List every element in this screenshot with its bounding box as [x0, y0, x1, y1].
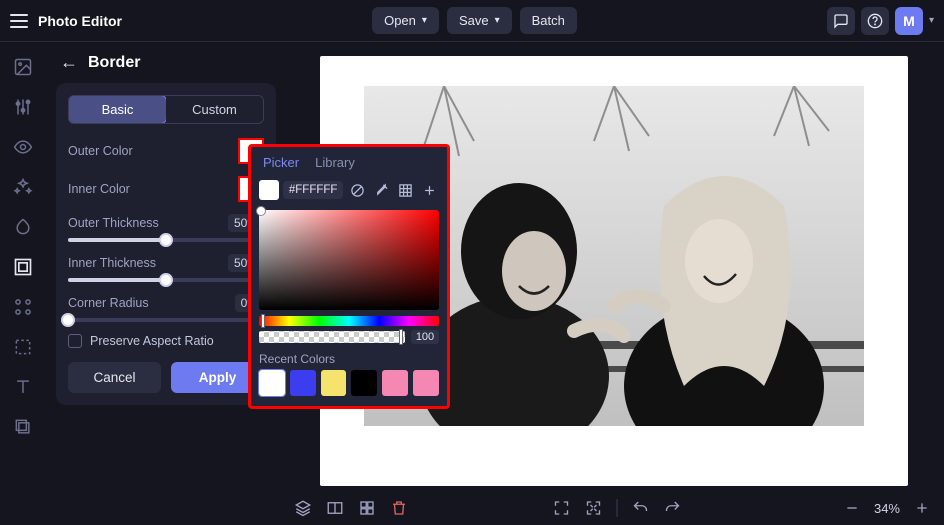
alpha-value[interactable]: 100 [411, 330, 439, 344]
hex-input[interactable]: #FFFFFF [283, 181, 344, 199]
corner-radius-row: Corner Radius 0% [68, 294, 264, 322]
inner-color-row: Inner Color [68, 176, 264, 202]
panel-body: Basic Custom Outer Color Inner Color Out… [56, 83, 276, 405]
outer-thickness-slider[interactable] [68, 238, 264, 242]
grid-icon[interactable] [358, 499, 376, 517]
layers-tool-icon[interactable] [12, 416, 34, 438]
border-panel: ← Border Basic Custom Outer Color Inner … [56, 52, 276, 405]
image-tool-icon[interactable] [12, 56, 34, 78]
outer-color-label: Outer Color [68, 144, 133, 158]
save-label: Save [459, 13, 489, 28]
delete-icon[interactable] [390, 499, 408, 517]
elements-tool-icon[interactable] [12, 296, 34, 318]
text-tool-icon[interactable] [12, 376, 34, 398]
status-right: 34% [844, 500, 930, 516]
color-picker-popover: Picker Library #FFFFFF 100 Recent Colors [248, 144, 450, 409]
zoom-in-icon[interactable] [914, 500, 930, 516]
outer-thickness-row: Outer Thickness 50% [68, 214, 264, 242]
status-bar: 34% [290, 491, 944, 525]
help-icon[interactable] [861, 7, 889, 35]
open-label: Open [384, 13, 416, 28]
batch-button[interactable]: Batch [520, 7, 577, 34]
hue-handle[interactable] [261, 314, 265, 328]
eye-tool-icon[interactable] [12, 136, 34, 158]
inner-color-label: Inner Color [68, 182, 130, 196]
recent-colors: Recent Colors [251, 348, 447, 406]
layers-icon[interactable] [294, 499, 312, 517]
recent-colors-label: Recent Colors [259, 352, 439, 366]
corner-radius-slider[interactable] [68, 318, 264, 322]
app-header: Photo Editor Open ▾ Save ▾ Batch M ▾ [0, 0, 944, 42]
border-tabs: Basic Custom [68, 95, 264, 124]
chevron-down-icon: ▾ [495, 15, 500, 26]
recent-color-swatch[interactable] [351, 370, 377, 396]
tab-picker[interactable]: Picker [263, 155, 299, 170]
recent-color-swatch[interactable] [321, 370, 347, 396]
recent-color-swatch[interactable] [259, 370, 285, 396]
outer-color-row: Outer Color [68, 138, 264, 164]
inner-thickness-row: Inner Thickness 50% [68, 254, 264, 282]
status-center [553, 499, 682, 517]
add-icon[interactable] [419, 180, 439, 200]
adjust-tool-icon[interactable] [12, 96, 34, 118]
back-arrow-icon[interactable]: ← [60, 52, 78, 73]
panel-title: Border [88, 54, 140, 72]
crop-tool-icon[interactable] [12, 336, 34, 358]
preserve-aspect-checkbox[interactable] [68, 334, 82, 348]
save-button[interactable]: Save ▾ [447, 7, 512, 34]
palette-grid-icon[interactable] [395, 180, 415, 200]
chevron-down-icon: ▾ [422, 15, 427, 26]
open-button[interactable]: Open ▾ [372, 7, 439, 34]
recent-color-swatch[interactable] [382, 370, 408, 396]
alpha-slider[interactable] [259, 331, 405, 343]
undo-icon[interactable] [632, 499, 650, 517]
status-left [294, 499, 408, 517]
hamburger-icon[interactable] [10, 14, 28, 28]
frame-tool-icon[interactable] [12, 256, 34, 278]
tool-rail [0, 42, 46, 525]
fit-screen-icon[interactable] [585, 499, 603, 517]
eyedropper-icon[interactable] [371, 180, 391, 200]
preserve-aspect-label: Preserve Aspect Ratio [90, 334, 214, 348]
corner-radius-label: Corner Radius [68, 296, 149, 310]
inner-thickness-slider[interactable] [68, 278, 264, 282]
saturation-handle[interactable] [256, 206, 266, 216]
header-center: Open ▾ Save ▾ Batch [372, 7, 577, 34]
alpha-row: 100 [259, 330, 439, 344]
divider [617, 499, 618, 517]
zoom-out-icon[interactable] [844, 500, 860, 516]
current-color-swatch[interactable] [259, 180, 279, 200]
tab-library[interactable]: Library [315, 155, 355, 170]
inner-thickness-label: Inner Thickness [68, 256, 156, 270]
feedback-icon[interactable] [827, 7, 855, 35]
alpha-handle[interactable] [399, 329, 403, 345]
picker-hex-row: #FFFFFF [251, 176, 447, 204]
tab-basic[interactable]: Basic [68, 95, 167, 124]
header-left: Photo Editor [10, 13, 122, 29]
chevron-down-icon[interactable]: ▾ [929, 15, 934, 26]
preserve-aspect-row[interactable]: Preserve Aspect Ratio [68, 334, 264, 348]
header-right: M ▾ [827, 7, 934, 35]
recent-color-swatch[interactable] [413, 370, 439, 396]
hue-slider[interactable] [259, 316, 439, 326]
outer-thickness-label: Outer Thickness [68, 216, 159, 230]
draw-tool-icon[interactable] [12, 216, 34, 238]
app-title: Photo Editor [38, 13, 122, 29]
redo-icon[interactable] [664, 499, 682, 517]
panel-head: ← Border [56, 52, 276, 73]
picker-tabs: Picker Library [251, 147, 447, 176]
effects-tool-icon[interactable] [12, 176, 34, 198]
zoom-value[interactable]: 34% [874, 501, 900, 516]
recent-colors-row [259, 370, 439, 396]
avatar[interactable]: M [895, 7, 923, 35]
no-color-icon[interactable] [347, 180, 367, 200]
recent-color-swatch[interactable] [290, 370, 316, 396]
panel-buttons: Cancel Apply [68, 362, 264, 393]
cancel-button[interactable]: Cancel [68, 362, 161, 393]
tab-custom[interactable]: Custom [166, 96, 263, 123]
fullscreen-icon[interactable] [553, 499, 571, 517]
saturation-area[interactable] [259, 210, 439, 310]
compare-icon[interactable] [326, 499, 344, 517]
batch-label: Batch [532, 13, 565, 28]
